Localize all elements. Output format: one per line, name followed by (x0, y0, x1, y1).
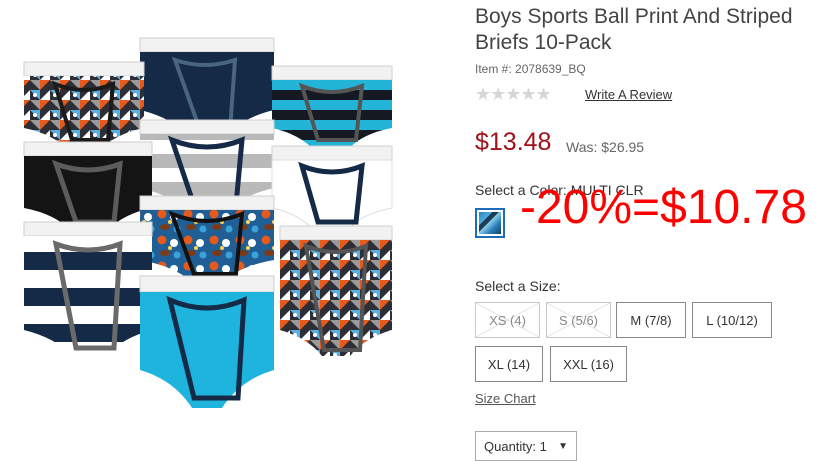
size-xl-label: XL (14) (487, 356, 531, 372)
size-xs-button[interactable]: XS (4) (475, 302, 540, 338)
size-xxl-button[interactable]: XXL (16) (550, 346, 627, 382)
brief-white (271, 145, 393, 233)
swatch-image (479, 212, 501, 234)
size-m-button[interactable]: M (7/8) (616, 302, 686, 338)
quantity-label: Quantity: 1 (484, 438, 547, 454)
item-number: Item #: 2078639_BQ (475, 62, 586, 76)
was-price: Was: $26.95 (566, 139, 645, 155)
brief-geo-orange (279, 225, 393, 356)
discount-annotation: -20%=$10.78 (520, 181, 807, 234)
rating-stars: ★★★★★ (475, 84, 552, 104)
product-title: Boys Sports Ball Print And Striped Brief… (475, 5, 793, 54)
multi-clr-swatch[interactable] (475, 208, 505, 238)
size-s-button[interactable]: S (5/6) (546, 302, 611, 338)
brief-multiball-topleft (23, 61, 145, 150)
size-s-label: S (5/6) (558, 312, 598, 328)
product-image[interactable] (0, 0, 460, 454)
chevron-down-icon: ▼ (558, 441, 568, 452)
brief-navy-white-stripes (23, 221, 153, 356)
write-review-link[interactable]: Write A Review (585, 87, 672, 102)
size-chart-link[interactable]: Size Chart (475, 391, 536, 406)
size-l-button[interactable]: L (10/12) (692, 302, 772, 338)
brief-blue-sportsballs (139, 195, 275, 282)
size-l-label: L (10/12) (706, 312, 758, 328)
quantity-select[interactable]: Quantity: 1 ▼ (475, 431, 577, 461)
brief-black (23, 141, 153, 232)
size-xxl-label: XXL (16) (563, 356, 614, 372)
briefs-illustration (23, 37, 393, 408)
size-xs-label: XS (4) (489, 312, 526, 328)
size-label: Select a Size: (475, 278, 561, 294)
brief-bright-cyan (139, 275, 275, 408)
size-m-label: M (7/8) (630, 312, 672, 328)
sale-price: $13.48 (475, 128, 552, 156)
size-xl-button[interactable]: XL (14) (475, 346, 543, 382)
brief-cyan-stripes (271, 65, 393, 152)
